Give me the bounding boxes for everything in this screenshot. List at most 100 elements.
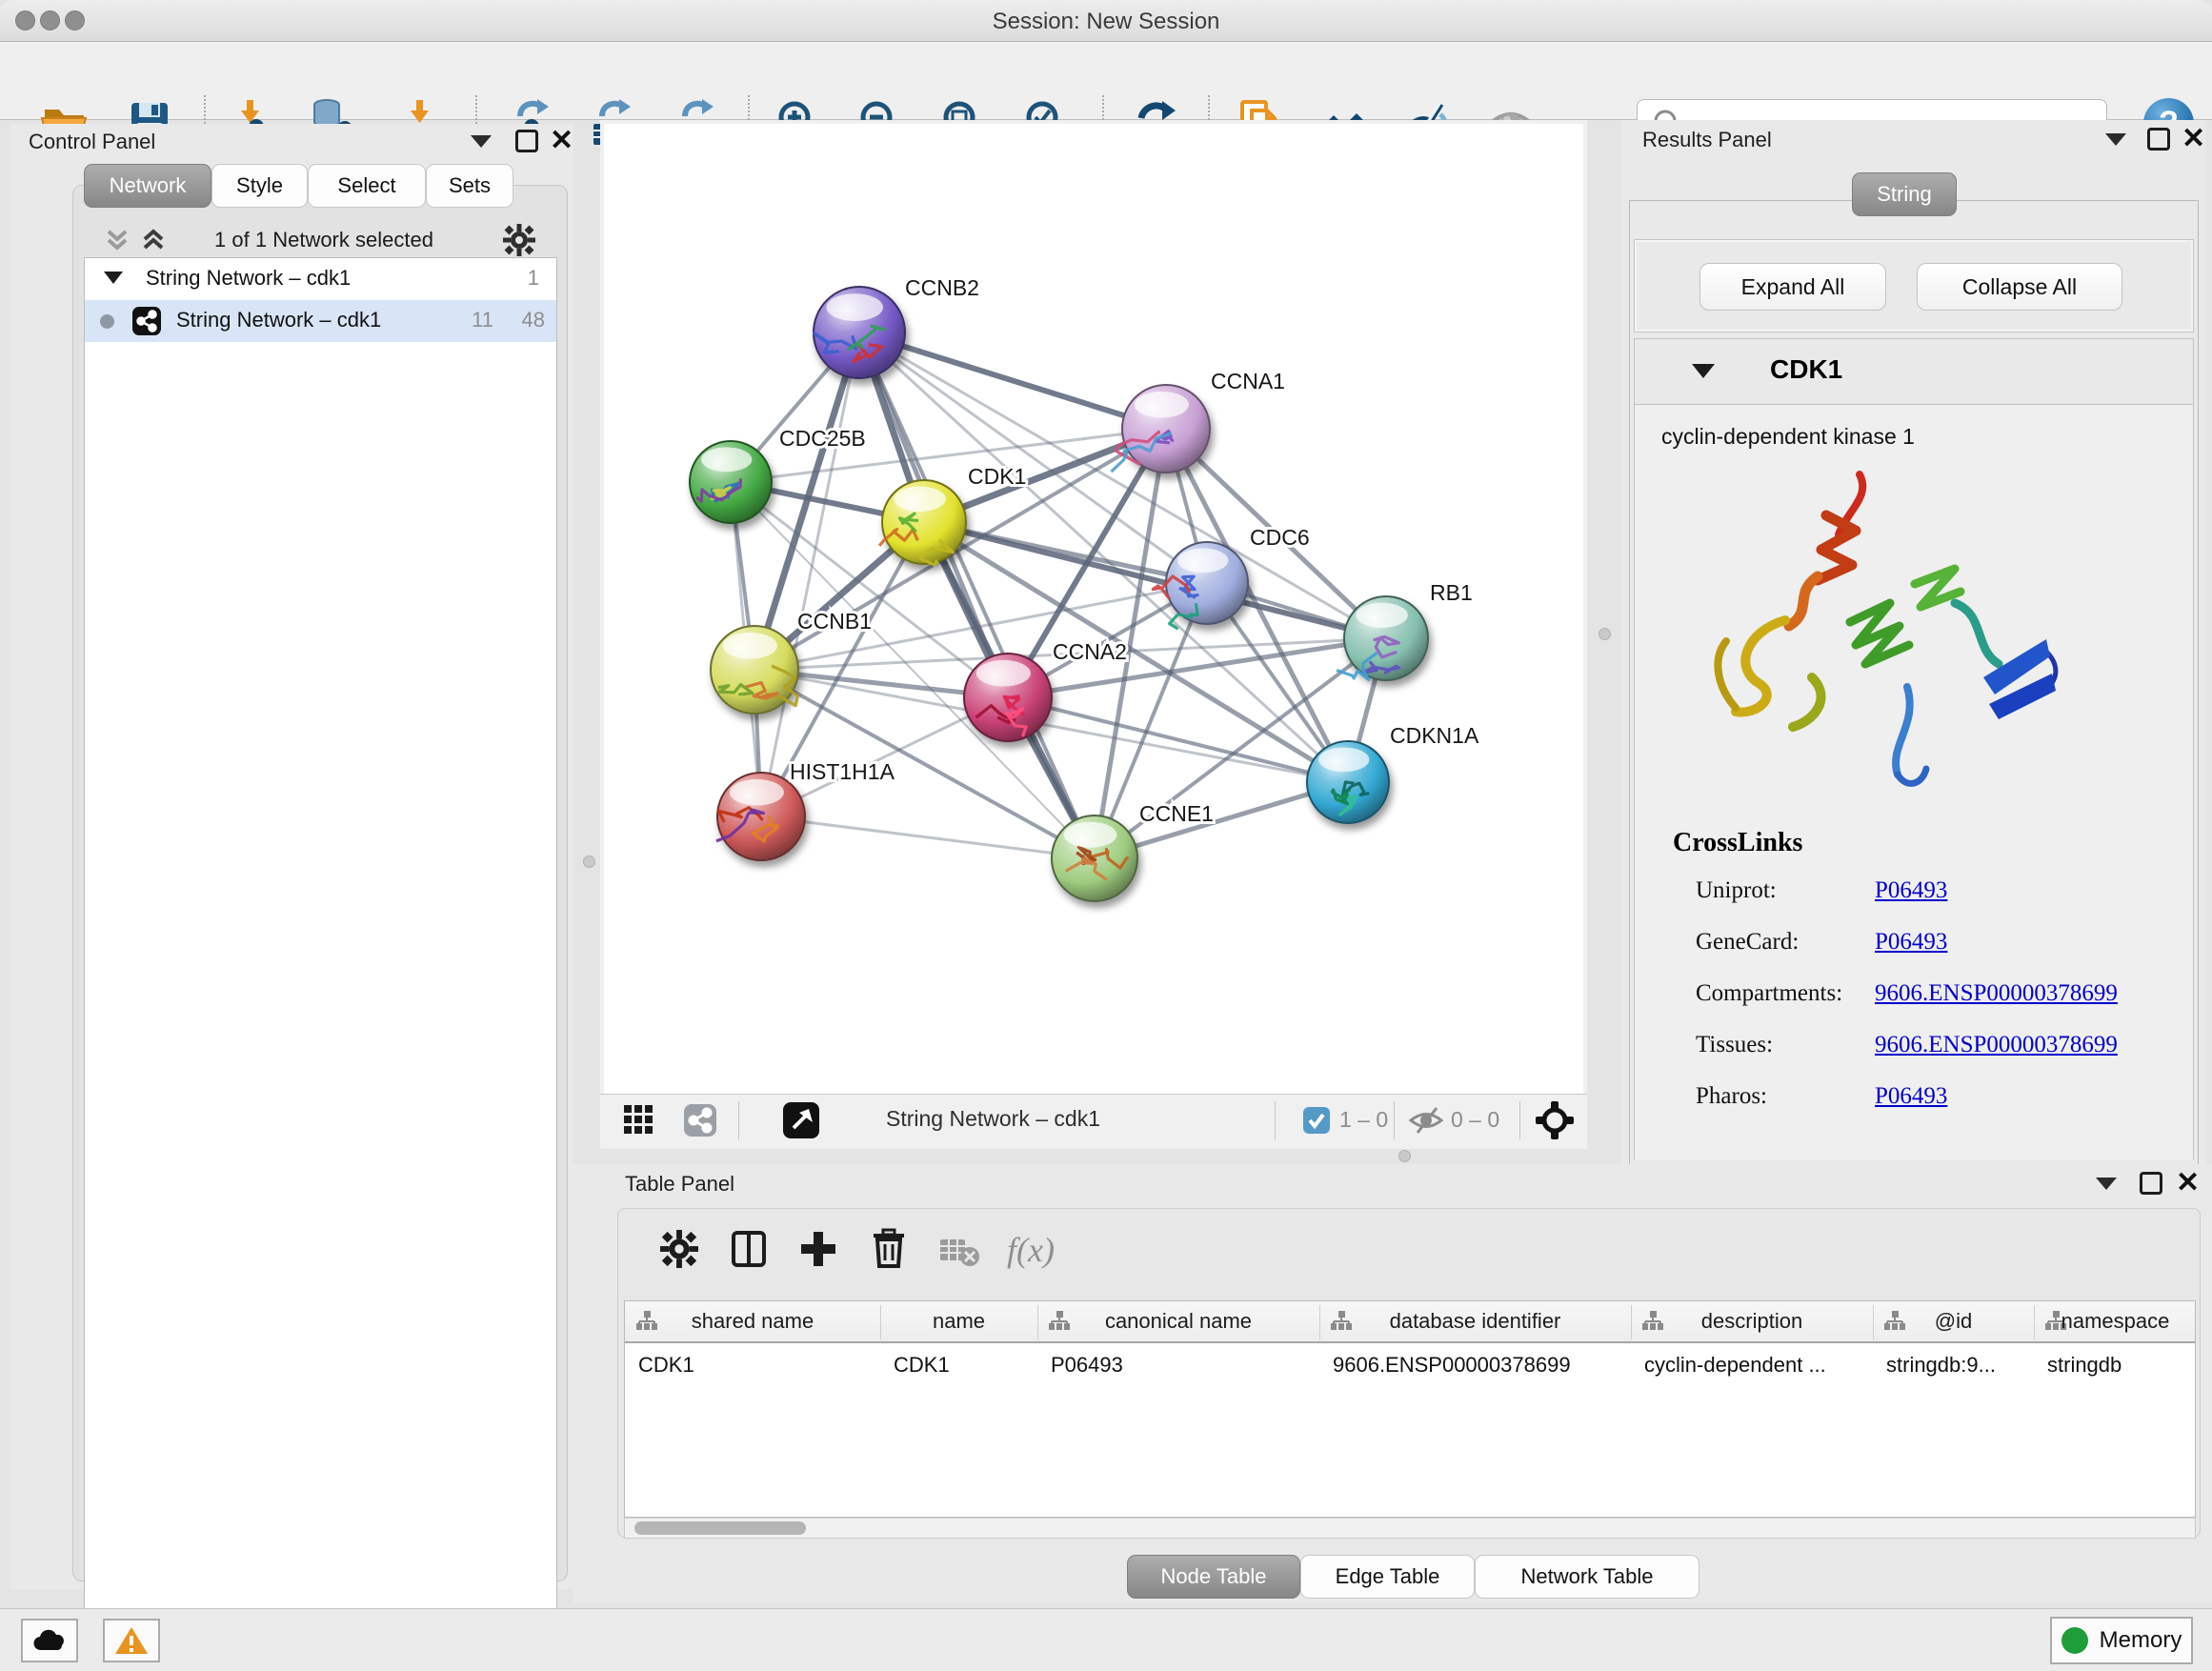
column-header-name[interactable]: name bbox=[880, 1301, 1037, 1343]
node-CCNB2[interactable] bbox=[814, 287, 905, 378]
table-tab-edge-table[interactable]: Edge Table bbox=[1300, 1555, 1475, 1599]
panel-menu-icon[interactable] bbox=[471, 135, 492, 148]
edge-CCNB2-CCNE1[interactable] bbox=[859, 332, 1095, 858]
collapse-all-button[interactable]: Collapse All bbox=[1917, 263, 2122, 311]
selected-node-edge-counts: 1 – 0 bbox=[1339, 1107, 1388, 1133]
crosslink-link[interactable]: 9606.ENSP00000378699 bbox=[1875, 1032, 2118, 1058]
protein-description: cyclin-dependent kinase 1 bbox=[1661, 424, 1915, 450]
table-cell: 9606.ENSP00000378699 bbox=[1333, 1353, 1625, 1378]
edge-CDK1-RB1[interactable] bbox=[924, 522, 1386, 638]
network-collection-row[interactable]: String Network – cdk1 1 bbox=[85, 258, 556, 300]
node-CDC25B[interactable] bbox=[690, 441, 772, 523]
cloud-button[interactable] bbox=[21, 1619, 78, 1662]
network-canvas[interactable]: CCNB2CCNA1CDC25BCDK1CDC6RB1CCNB1CCNA2CDK… bbox=[604, 124, 1583, 1094]
table-tab-node-table[interactable]: Node Table bbox=[1127, 1555, 1300, 1599]
panel-float-icon[interactable] bbox=[2140, 1172, 2162, 1195]
column-label: namespace bbox=[2034, 1309, 2196, 1334]
column-header-description[interactable]: description bbox=[1631, 1301, 1873, 1343]
panel-close-icon[interactable]: ✕ bbox=[2176, 1172, 2200, 1195]
node-CCNA1[interactable] bbox=[1112, 385, 1211, 473]
crosslink-link[interactable]: 9606.ENSP00000378699 bbox=[1875, 980, 2118, 1007]
edge-CCNB2-CCNA1[interactable] bbox=[859, 332, 1166, 429]
scrollbar-thumb[interactable] bbox=[634, 1521, 806, 1535]
column-header-canonical-name[interactable]: canonical name bbox=[1037, 1301, 1319, 1343]
expand-all-button[interactable]: Expand All bbox=[1699, 263, 1886, 311]
node-CCNA2[interactable] bbox=[964, 654, 1052, 741]
delete-table-icon bbox=[938, 1234, 980, 1268]
node-label-CDC6: CDC6 bbox=[1250, 525, 1310, 550]
memory-label: Memory bbox=[2100, 1627, 2182, 1654]
control-panel: Control Panel ✕ NetworkStyleSelectSets 1… bbox=[10, 124, 573, 1589]
left-splitter-handle[interactable] bbox=[583, 856, 595, 868]
column-label: shared name bbox=[625, 1309, 880, 1334]
node-count: 11 bbox=[472, 308, 493, 332]
crosslink-link[interactable]: P06493 bbox=[1875, 929, 1947, 956]
column-header-shared-name[interactable]: shared name bbox=[625, 1301, 880, 1343]
bottom-splitter-handle[interactable] bbox=[1398, 1150, 1411, 1162]
crosslink-label: Tissues: bbox=[1696, 1032, 1773, 1058]
panel-close-icon[interactable]: ✕ bbox=[550, 130, 573, 152]
column-header--id[interactable]: @id bbox=[1873, 1301, 2034, 1343]
panel-float-icon[interactable] bbox=[2147, 128, 2170, 151]
edge-HIST1H1A-CCNE1[interactable] bbox=[761, 816, 1095, 858]
control-tab-style[interactable]: Style bbox=[211, 164, 308, 208]
crosslink-row: Uniprot:P06493 bbox=[1635, 877, 2193, 929]
network-label: String Network – cdk1 bbox=[176, 308, 381, 332]
control-tab-network[interactable]: Network bbox=[84, 164, 211, 208]
panel-float-icon[interactable] bbox=[515, 130, 538, 152]
table-horizontal-scrollbar[interactable] bbox=[624, 1518, 2196, 1539]
node-CCNE1[interactable] bbox=[1052, 815, 1137, 901]
cdk1-section-header[interactable]: CDK1 bbox=[1635, 339, 2193, 404]
tree-expander-icon[interactable] bbox=[104, 272, 123, 284]
network-selection-row: 1 of 1 Network selected bbox=[86, 222, 562, 258]
window-title: Session: New Session bbox=[0, 9, 2212, 35]
node-label-CDC25B: CDC25B bbox=[779, 426, 866, 451]
node-label-CDKN1A: CDKN1A bbox=[1390, 723, 1479, 748]
section-collapse-icon[interactable] bbox=[1692, 364, 1715, 378]
table-options-gear-icon[interactable] bbox=[660, 1230, 698, 1268]
panel-close-icon[interactable]: ✕ bbox=[2182, 128, 2205, 151]
fit-selected-crosshair-icon[interactable] bbox=[1536, 1101, 1574, 1139]
crosslink-link[interactable]: P06493 bbox=[1875, 877, 1947, 904]
function-builder-icon: f(x) bbox=[1007, 1230, 1055, 1270]
crosslink-row: Tissues: 9606.ENSP00000378699 bbox=[1635, 1032, 2193, 1083]
hidden-node-edge-counts: 0 – 0 bbox=[1451, 1107, 1499, 1133]
cdk1-section-body: cyclin-dependent kinase 1 bbox=[1635, 404, 2193, 1160]
table-row[interactable]: CDK1CDK1P064939606.ENSP00000378699cyclin… bbox=[625, 1343, 2196, 1385]
results-tab-string[interactable]: String bbox=[1852, 172, 1957, 216]
network-row[interactable]: String Network – cdk1 11 48 bbox=[85, 300, 556, 342]
network-options-gear-icon[interactable] bbox=[503, 224, 535, 256]
warning-button[interactable] bbox=[103, 1619, 160, 1662]
control-tab-select[interactable]: Select bbox=[308, 164, 426, 208]
crosslink-link[interactable]: P06493 bbox=[1875, 1083, 1947, 1110]
selected-checkbox-icon[interactable] bbox=[1303, 1107, 1330, 1134]
node-HIST1H1A[interactable] bbox=[716, 773, 805, 860]
grid-view-icon[interactable] bbox=[624, 1105, 654, 1136]
column-label: database identifier bbox=[1319, 1309, 1631, 1334]
add-column-icon[interactable] bbox=[799, 1230, 837, 1268]
table-cell: CDK1 bbox=[638, 1353, 875, 1378]
memory-button[interactable]: Memory bbox=[2050, 1617, 2193, 1664]
edge-CCNB2-HIST1H1A[interactable] bbox=[761, 332, 859, 816]
table-panel-title: Table Panel bbox=[625, 1172, 734, 1197]
right-splitter-handle[interactable] bbox=[1599, 628, 1611, 640]
results-panel-title: Results Panel bbox=[1642, 128, 1772, 152]
control-tab-sets[interactable]: Sets bbox=[426, 164, 513, 208]
panel-menu-icon[interactable] bbox=[2096, 1178, 2117, 1190]
status-bar: Memory bbox=[0, 1608, 2212, 1671]
show-columns-icon[interactable] bbox=[731, 1230, 769, 1268]
warning-icon bbox=[113, 1625, 150, 1656]
column-header-database-identifier[interactable]: database identifier bbox=[1319, 1301, 1631, 1343]
column-header-namespace[interactable]: namespace bbox=[2034, 1301, 2196, 1343]
network-view-badge-icon[interactable] bbox=[684, 1104, 716, 1137]
table-cell: P06493 bbox=[1051, 1353, 1314, 1378]
birds-eye-view-icon[interactable] bbox=[783, 1102, 819, 1138]
table-tab-network-table[interactable]: Network Table bbox=[1475, 1555, 1699, 1599]
node-CDKN1A[interactable] bbox=[1307, 741, 1389, 823]
network-view-toolbar: String Network – cdk1 1 – 0 0 – 0 bbox=[600, 1094, 1587, 1145]
network-graph[interactable]: CCNB2CCNA1CDC25BCDK1CDC6RB1CCNB1CCNA2CDK… bbox=[604, 124, 1583, 1094]
delete-column-icon[interactable] bbox=[870, 1228, 908, 1268]
node-CCNB1[interactable] bbox=[711, 626, 798, 714]
collection-label: String Network – cdk1 bbox=[146, 266, 351, 291]
panel-menu-icon[interactable] bbox=[2105, 133, 2126, 146]
